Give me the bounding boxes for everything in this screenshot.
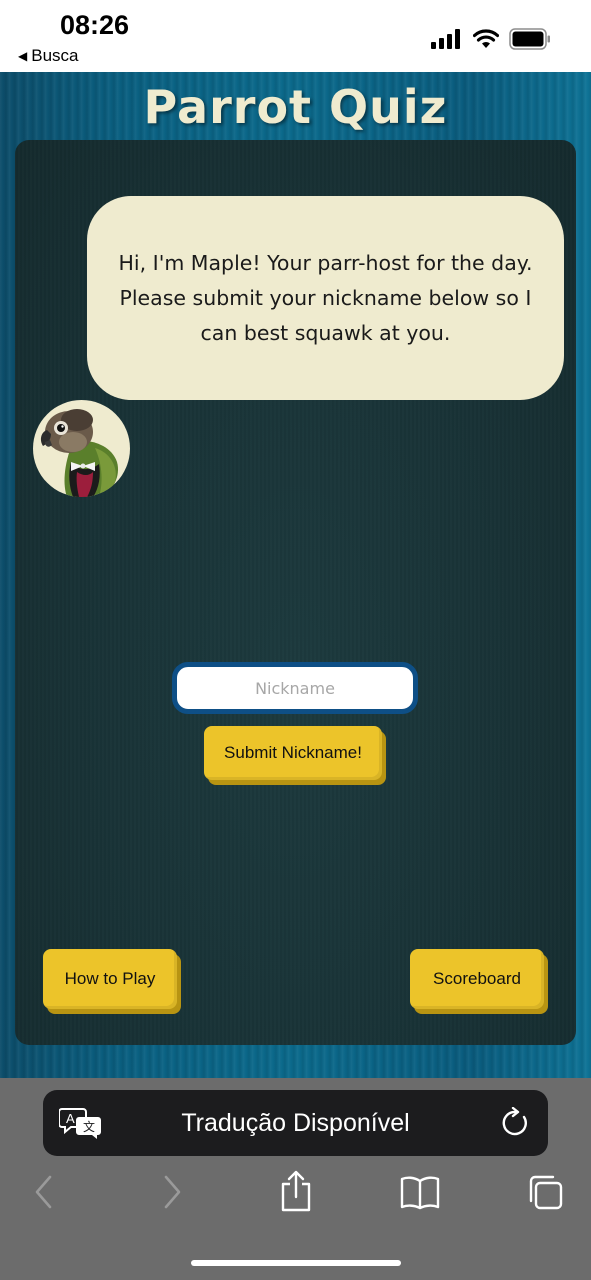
home-indicator[interactable] (191, 1260, 401, 1266)
forward-icon[interactable] (160, 1174, 184, 1214)
scoreboard-button[interactable]: Scoreboard (410, 949, 544, 1009)
status-time: 08:26 (60, 10, 130, 40)
bubble-line-2: Please submit your nickname below so I (119, 285, 532, 310)
submit-nickname-button[interactable]: Submit Nickname! (204, 726, 382, 780)
translation-banner-label: Tradução Disponível (181, 1109, 410, 1137)
safari-bottom-bar: A 文 Tradução Disponível (0, 1078, 591, 1280)
parrot-host-avatar (33, 400, 130, 497)
back-to-app-link[interactable]: ◀ Busca (18, 46, 78, 66)
battery-icon (509, 28, 550, 50)
bookmarks-icon[interactable] (400, 1174, 440, 1214)
speech-bubble: Hi, I'm Maple! Your parr-host for the da… (87, 196, 564, 400)
speech-bubble-text: Hi, I'm Maple! Your parr-host for the da… (119, 246, 533, 351)
bubble-line-1: Hi, I'm Maple! Your parr-host for the da… (118, 250, 533, 275)
status-bar: 08:26 ◀ Busca (0, 0, 591, 72)
back-triangle-icon: ◀ (18, 49, 28, 63)
share-icon[interactable] (279, 1170, 313, 1216)
bubble-line-3: can best squawk at you. (200, 320, 451, 345)
translation-banner[interactable]: A 文 Tradução Disponível (43, 1090, 548, 1156)
back-icon[interactable] (32, 1174, 56, 1214)
parrot-icon (40, 409, 119, 497)
quiz-panel: Hi, I'm Maple! Your parr-host for the da… (15, 140, 576, 1045)
how-to-play-button[interactable]: How to Play (43, 949, 177, 1009)
reload-icon[interactable] (500, 1106, 530, 1143)
wifi-icon (473, 29, 499, 48)
status-icons (431, 28, 551, 50)
page-title: Parrot Quiz (143, 80, 448, 134)
signal-icon (431, 29, 460, 49)
tabs-icon[interactable] (526, 1174, 564, 1216)
back-app-label: Busca (31, 46, 79, 65)
nickname-input[interactable] (172, 662, 418, 714)
safari-toolbar (0, 1170, 591, 1216)
web-page: Parrot Quiz Hi, I'm Maple! Your parr-hos… (0, 72, 591, 1078)
